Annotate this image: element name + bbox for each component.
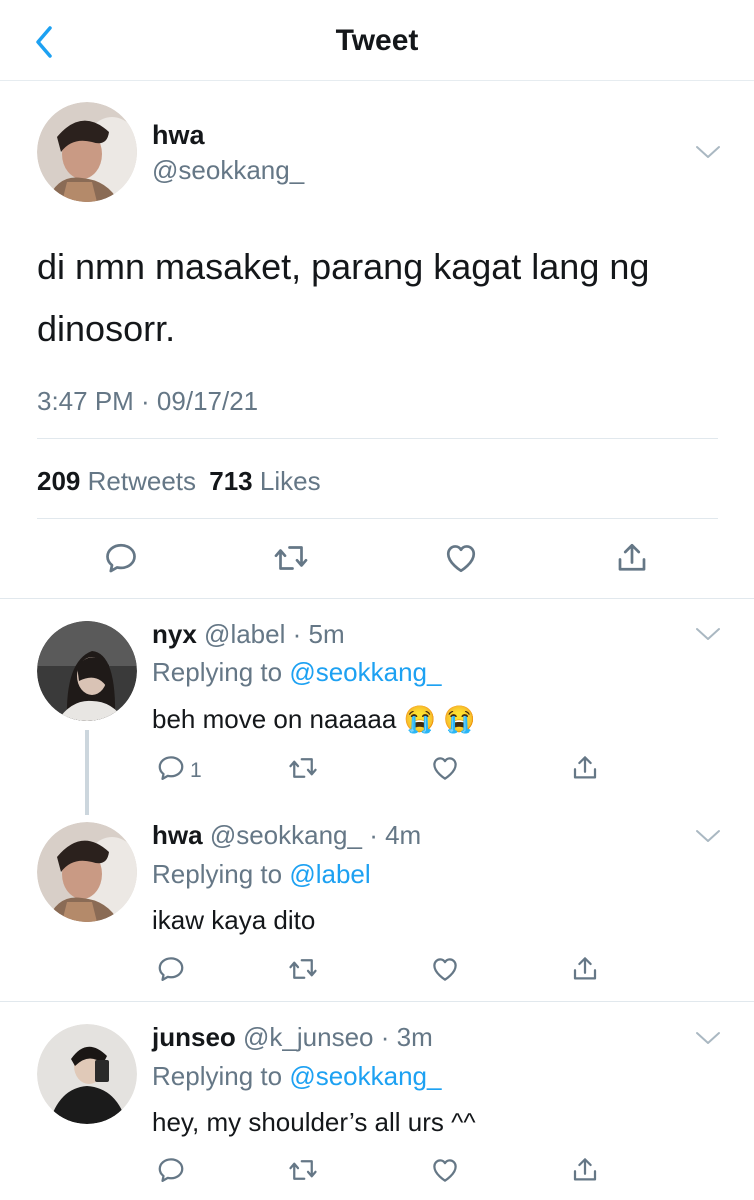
share-icon[interactable]: [570, 1155, 600, 1185]
reply-time: · 4m: [369, 820, 422, 850]
tweet-text: di nmn masaket, parang kagat lang ng din…: [37, 236, 649, 360]
divider: [0, 598, 754, 599]
reply-icon[interactable]: [103, 540, 139, 576]
replying-to: Replying to @label: [152, 859, 371, 890]
divider: [37, 438, 718, 439]
share-icon[interactable]: [570, 954, 600, 984]
reply-display-name[interactable]: nyx: [152, 619, 197, 649]
reply-header: junseo @k_junseo · 3m: [152, 1022, 433, 1053]
retweet-icon[interactable]: [273, 540, 309, 576]
tweet-timestamp: 3:47 PM · 09/17/21: [37, 386, 259, 416]
replying-to-link[interactable]: @label: [289, 859, 370, 889]
like-icon[interactable]: [430, 1155, 460, 1185]
replying-to-label: Replying to: [152, 1061, 283, 1091]
replying-to-link[interactable]: @seokkang_: [289, 657, 441, 687]
chevron-down-icon[interactable]: [694, 624, 722, 644]
reply-handle[interactable]: @seokkang_: [210, 820, 362, 850]
reply-display-name[interactable]: junseo: [152, 1022, 236, 1052]
reply-header: hwa @seokkang_ · 4m: [152, 820, 421, 851]
chevron-down-icon[interactable]: [694, 826, 722, 846]
retweet-icon[interactable]: [288, 954, 318, 984]
crying-face-emoji: 😭 😭: [403, 704, 476, 734]
author-display-name[interactable]: hwa: [152, 120, 205, 151]
likes-count[interactable]: 713: [209, 466, 252, 496]
replying-to: Replying to @seokkang_: [152, 657, 441, 688]
reply-text-content: beh move on naaaaa: [152, 704, 397, 734]
replying-to-label: Replying to: [152, 859, 283, 889]
tweet-text-line: di nmn masaket, parang kagat lang ng: [37, 246, 650, 287]
avatar[interactable]: [37, 822, 137, 922]
like-icon[interactable]: [430, 753, 460, 783]
reply-handle[interactable]: @k_junseo: [243, 1022, 373, 1052]
thread-connector: [85, 730, 89, 815]
like-icon[interactable]: [443, 540, 479, 576]
retweets-count[interactable]: 209: [37, 466, 80, 496]
share-icon[interactable]: [614, 540, 650, 576]
share-icon[interactable]: [570, 753, 600, 783]
replying-to-label: Replying to: [152, 657, 283, 687]
avatar[interactable]: [37, 1024, 137, 1124]
page-title: Tweet: [335, 24, 419, 57]
avatar[interactable]: [37, 621, 137, 721]
retweet-icon[interactable]: [288, 753, 318, 783]
reply-text: beh move on naaaaa 😭 😭: [152, 704, 476, 735]
divider: [37, 518, 718, 519]
reply-header: nyx @label · 5m: [152, 619, 345, 650]
retweet-icon[interactable]: [288, 1155, 318, 1185]
tweet-stats: 209 Retweets 713 Likes: [37, 466, 321, 497]
chevron-down-icon[interactable]: [694, 1028, 722, 1048]
reply-display-name[interactable]: hwa: [152, 820, 203, 850]
author-handle[interactable]: @seokkang_: [152, 155, 304, 186]
avatar[interactable]: [37, 102, 137, 202]
reply-icon[interactable]: [156, 954, 186, 984]
reply-time: · 3m: [380, 1022, 433, 1052]
reply-handle[interactable]: @label: [204, 619, 285, 649]
reply-icon[interactable]: [156, 753, 186, 783]
replying-to: Replying to @seokkang_: [152, 1061, 441, 1092]
replying-to-link[interactable]: @seokkang_: [289, 1061, 441, 1091]
top-bar: Tweet: [0, 0, 754, 81]
reply-text: hey, my shoulder’s all urs ^^: [152, 1107, 476, 1137]
chevron-down-icon[interactable]: [694, 142, 722, 162]
tweet-text-line: dinosorr.: [37, 308, 176, 349]
reply-text: ikaw kaya dito: [152, 905, 316, 935]
like-icon[interactable]: [430, 954, 460, 984]
reply-icon[interactable]: [156, 1155, 186, 1185]
reply-time: · 5m: [292, 619, 345, 649]
retweets-label[interactable]: Retweets: [88, 466, 196, 496]
divider: [0, 1001, 754, 1002]
reply-count: 1: [190, 759, 202, 782]
likes-label[interactable]: Likes: [260, 466, 321, 496]
